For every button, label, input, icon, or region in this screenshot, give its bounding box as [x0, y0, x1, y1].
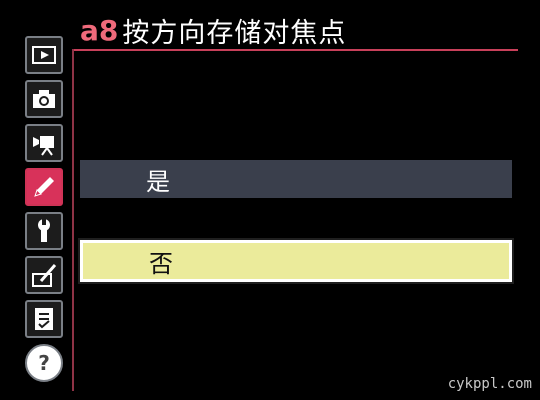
menu-code: a8 — [80, 13, 119, 47]
title-bar: a8 按方向存储对焦点 — [80, 10, 346, 50]
wrench-icon — [38, 219, 50, 242]
tab-retouch[interactable] — [25, 256, 63, 294]
page-title: 按方向存储对焦点 — [122, 17, 347, 49]
pencil-icon — [34, 177, 54, 197]
menu-divider — [72, 49, 74, 391]
title-divider — [72, 49, 518, 51]
movie-camera-icon — [33, 136, 54, 156]
play-icon — [32, 46, 56, 64]
option-no[interactable]: 否 — [78, 238, 514, 284]
option-label: 否 — [149, 249, 173, 278]
tab-my-menu[interactable] — [25, 300, 63, 338]
help-button[interactable]: ? — [25, 344, 63, 382]
retouch-icon — [32, 264, 57, 287]
watermark: cykppl.com — [447, 376, 532, 392]
svg-text:?: ? — [38, 351, 50, 375]
option-yes[interactable]: 是 — [80, 160, 512, 198]
tab-movie[interactable] — [25, 124, 63, 162]
tab-custom-settings[interactable] — [25, 168, 63, 206]
camera-icon — [33, 90, 55, 108]
help-icon: ? — [38, 351, 50, 375]
tab-setup[interactable] — [25, 212, 63, 250]
tab-playback[interactable] — [25, 36, 63, 74]
tab-shooting[interactable] — [25, 80, 63, 118]
option-label: 是 — [146, 167, 170, 196]
checklist-icon — [35, 308, 53, 330]
